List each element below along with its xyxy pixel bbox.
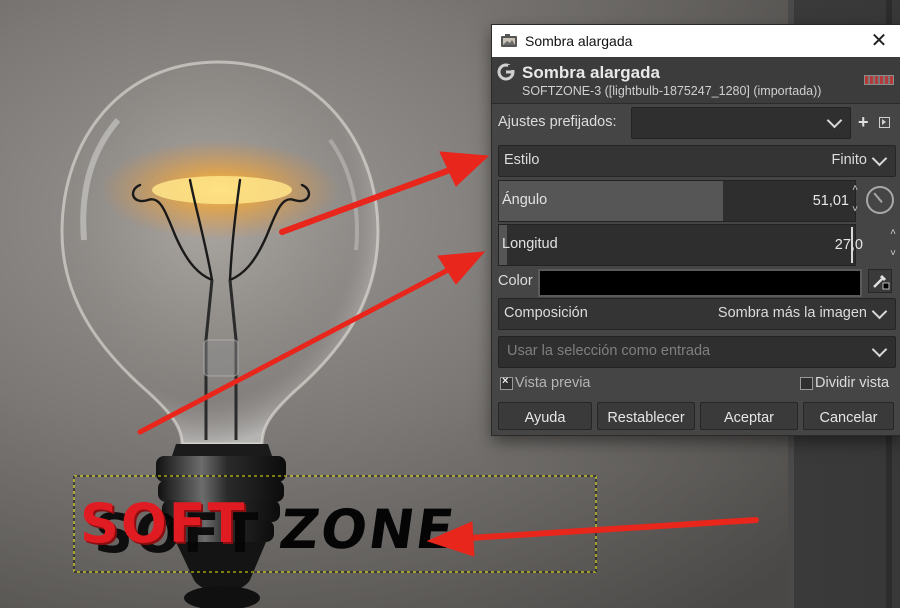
preview-label[interactable]: Vista previa	[515, 375, 591, 391]
cancel-button[interactable]: Cancelar	[803, 402, 894, 430]
chevron-down-icon	[826, 112, 843, 129]
add-preset-icon[interactable]: +	[858, 113, 869, 131]
color-picker-icon[interactable]	[868, 269, 892, 293]
length-spin-buttons[interactable]: ˄ ˅	[888, 224, 898, 264]
shadow-zone-text: ZONE	[275, 498, 460, 561]
angle-scale[interactable]: Ángulo 51,01	[498, 180, 856, 222]
help-button[interactable]: Ayuda	[498, 402, 592, 430]
composition-label: Composición	[504, 305, 588, 321]
length-label: Longitud	[502, 236, 558, 252]
color-label: Color	[498, 273, 533, 289]
composition-combo[interactable]: Composición Sombra más la imagen	[498, 298, 896, 330]
split-view-label[interactable]: Dividir vista	[815, 375, 889, 391]
chevron-down-icon	[871, 303, 888, 320]
long-shadow-dialog: Sombra alargada ✕ Sombra alargada SOFTZO…	[492, 25, 900, 435]
style-combo[interactable]: Estilo Finito	[498, 145, 896, 177]
color-button[interactable]	[538, 269, 862, 297]
dialog-subheading: SOFTZONE-3 ([lightbulb-1875247_1280] (im…	[522, 84, 822, 98]
length-value[interactable]: 27,0	[835, 237, 863, 253]
chevron-down-icon	[871, 150, 888, 167]
preview-checkbox[interactable]: ×	[500, 375, 513, 390]
angle-spin-buttons[interactable]: ˄ ˅	[850, 180, 860, 220]
chevron-down-icon	[871, 341, 888, 358]
style-value: Finito	[831, 152, 867, 168]
use-selection-placeholder: Usar la selección como entrada	[507, 343, 711, 359]
presets-combo[interactable]	[631, 107, 851, 139]
window-titlebar[interactable]: Sombra alargada ✕	[492, 25, 900, 57]
window-title: Sombra alargada	[525, 33, 633, 49]
spin-down-icon[interactable]: ˅	[850, 205, 860, 215]
dialog-header: Sombra alargada SOFTZONE-3 ([lightbulb-1…	[492, 57, 900, 104]
gimp-app-icon	[501, 34, 517, 47]
preset-menu-icon[interactable]	[879, 117, 890, 128]
preview-pin-icon[interactable]	[864, 75, 894, 85]
use-selection-combo[interactable]: Usar la selección como entrada	[498, 336, 896, 368]
split-view-checkbox[interactable]	[800, 377, 813, 390]
style-label: Estilo	[504, 152, 540, 168]
ok-button[interactable]: Aceptar	[700, 402, 798, 430]
presets-label: Ajustes prefijados:	[498, 114, 617, 130]
length-scale[interactable]: Longitud 27,0	[498, 224, 863, 266]
canvas-soft-text: SOFT	[80, 492, 247, 555]
spin-up-icon[interactable]: ˄	[850, 184, 860, 194]
gegl-icon	[497, 63, 515, 81]
angle-label: Ángulo	[502, 192, 548, 208]
close-icon[interactable]: ✕	[868, 30, 890, 52]
spin-down-icon[interactable]: ˅	[888, 249, 898, 259]
dialog-heading: Sombra alargada	[522, 63, 660, 82]
check-icon: ×	[502, 375, 509, 387]
reset-button[interactable]: Restablecer	[597, 402, 695, 430]
composition-value: Sombra más la imagen	[717, 305, 867, 321]
spin-up-icon[interactable]: ˄	[888, 228, 898, 238]
angle-dial-icon[interactable]	[866, 186, 894, 214]
angle-value[interactable]: 51,01	[813, 193, 849, 209]
